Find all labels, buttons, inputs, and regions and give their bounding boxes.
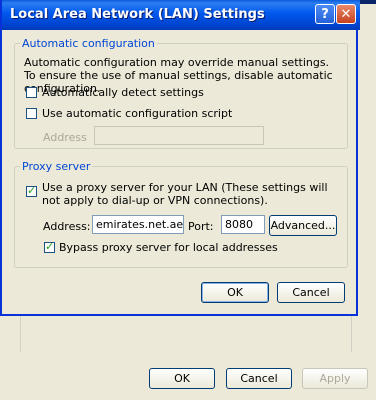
use-proxy-label[interactable]: Use a proxy server for your LAN (These s… (42, 181, 338, 207)
close-icon: ✕ (340, 6, 352, 22)
advanced-button[interactable]: Advanced... (269, 215, 337, 236)
cancel-button[interactable]: Cancel (277, 282, 345, 303)
automatically-detect-checkbox[interactable] (26, 87, 37, 98)
proxy-port-input[interactable]: 8080 (221, 215, 265, 234)
dialog-title: Local Area Network (LAN) Settings (10, 7, 265, 22)
title-bar[interactable]: Local Area Network (LAN) Settings ? ✕ (2, 0, 360, 30)
proxy-server-legend: Proxy server (20, 160, 93, 173)
automatic-script-label[interactable]: Use automatic configuration script (42, 107, 232, 120)
bypass-local-label[interactable]: Bypass proxy server for local addresses (59, 241, 278, 254)
background-panel (20, 312, 352, 352)
script-address-label: Address (43, 131, 87, 144)
help-icon: ? (321, 6, 329, 22)
background-apply-button[interactable]: Apply (302, 368, 368, 389)
proxy-address-input[interactable]: emirates.net.ae (92, 215, 184, 234)
automatic-script-checkbox[interactable] (26, 108, 37, 119)
automatic-configuration-legend: Automatic configuration (20, 37, 157, 50)
lan-settings-dialog: Local Area Network (LAN) Settings ? ✕ Au… (0, 0, 360, 316)
proxy-address-label: Address: (43, 220, 91, 233)
proxy-port-label: Port: (188, 220, 214, 233)
script-address-input[interactable] (94, 126, 264, 145)
close-button[interactable]: ✕ (336, 4, 356, 24)
use-proxy-checkbox[interactable] (26, 184, 37, 197)
background-ok-button[interactable]: OK (149, 368, 215, 389)
background-cancel-button[interactable]: Cancel (226, 368, 292, 389)
help-button[interactable]: ? (315, 4, 335, 24)
bypass-local-checkbox[interactable] (44, 240, 55, 253)
ok-button[interactable]: OK (201, 282, 269, 303)
automatically-detect-label[interactable]: Automatically detect settings (42, 86, 204, 99)
